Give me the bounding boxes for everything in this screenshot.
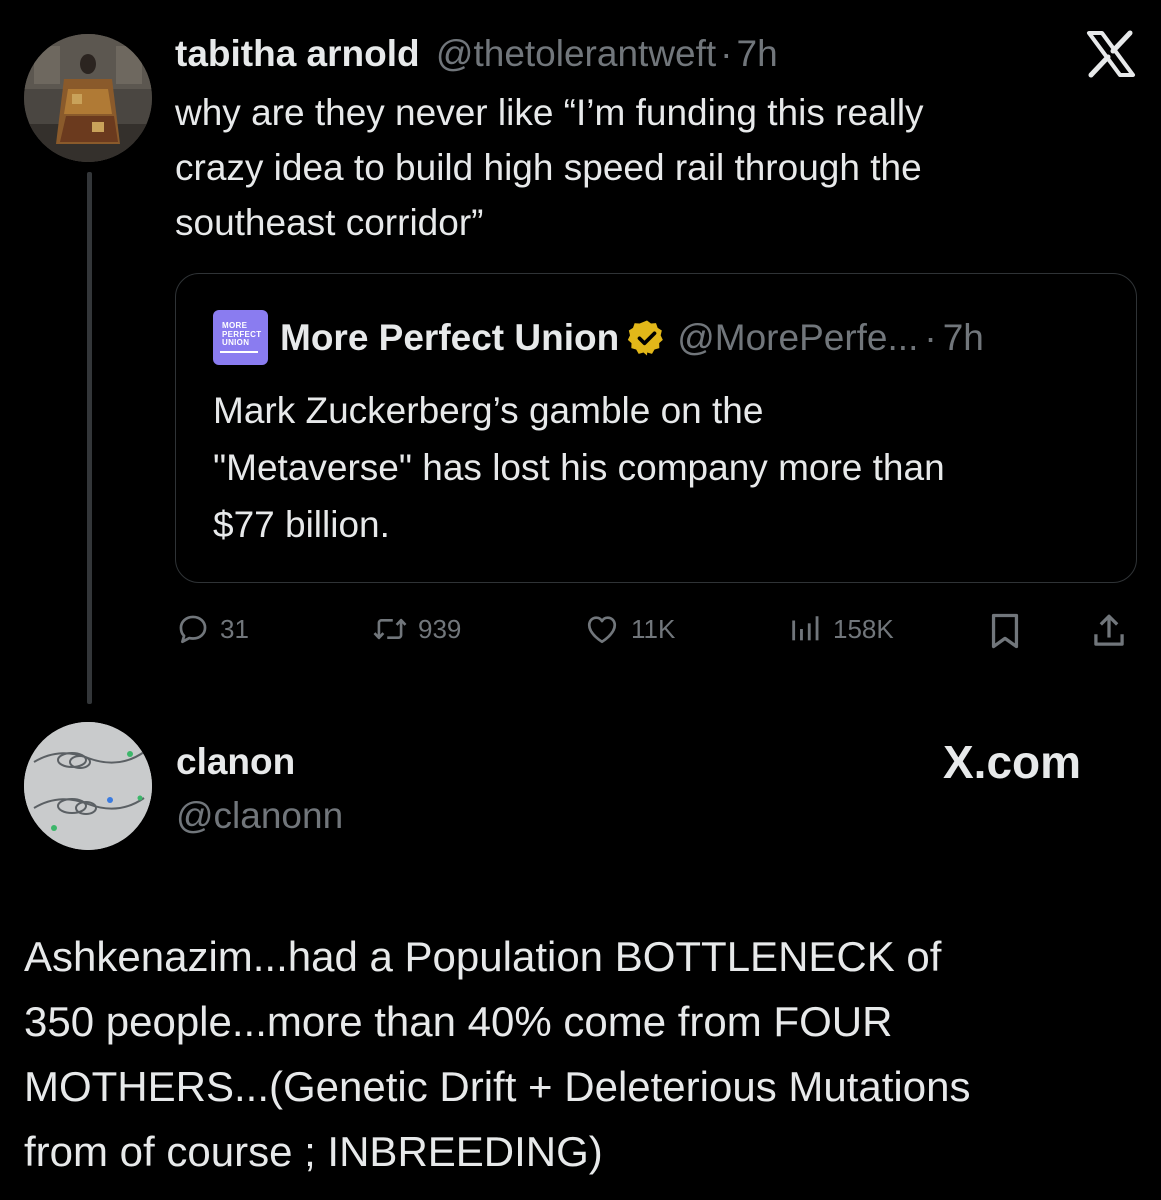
x-com-brand[interactable]: X.com: [943, 737, 1081, 787]
mpu-logo-line: UNION: [222, 338, 250, 347]
tweet2-body: Ashkenazim...had a Population BOTTLENECK…: [24, 924, 1144, 1184]
tweet1-body: why are they never like “I’m funding thi…: [175, 85, 1135, 250]
display-name[interactable]: clanon: [176, 738, 295, 786]
quote-header: More Perfect Union @MorePerfe... · 7h: [280, 314, 984, 362]
timestamp[interactable]: 7h: [737, 33, 778, 74]
tweet-text-line: crazy idea to build high speed rail thro…: [175, 147, 922, 188]
tweet1-header: tabitha arnold @thetolerantweft · 7h: [175, 30, 778, 78]
user-handle[interactable]: @clanonn: [176, 792, 343, 840]
reply-count: 31: [220, 613, 249, 644]
x-glyph: [1087, 30, 1135, 78]
user-handle[interactable]: @thetolerantweft: [436, 33, 716, 74]
repost-button[interactable]: 939: [372, 612, 461, 646]
views-button[interactable]: 158K: [787, 612, 894, 646]
x-logo-icon[interactable]: [1086, 30, 1136, 78]
reply-button[interactable]: 31: [176, 612, 249, 646]
avatar-image: [24, 722, 152, 850]
mpu-avatar[interactable]: MORE PERFECT UNION: [213, 310, 268, 365]
thread-connector: [87, 172, 92, 704]
view-count: 158K: [833, 613, 894, 644]
tweet-text-line: 350 people...more than 40% come from FOU…: [24, 998, 893, 1045]
avatar-tabitha[interactable]: [24, 34, 152, 162]
quote-handle[interactable]: @MorePerfe...: [677, 314, 918, 362]
bookmark-icon: [991, 613, 1019, 649]
brand-text: X.com: [943, 736, 1082, 788]
repost-count: 939: [418, 613, 462, 644]
quote-display-name[interactable]: More Perfect Union: [280, 314, 619, 362]
repost-icon: [373, 618, 407, 640]
reply-icon: [179, 615, 207, 644]
quote-text-line: $77 billion.: [213, 504, 390, 545]
share-button[interactable]: [1091, 611, 1127, 656]
separator-dot: ·: [720, 33, 733, 74]
quote-text-line: "Metaverse" has lost his company more th…: [213, 447, 945, 488]
display-name[interactable]: tabitha arnold: [175, 33, 420, 74]
avatar-image: [24, 34, 152, 162]
tweet-text-line: Ashkenazim...had a Population BOTTLENECK…: [24, 933, 942, 980]
tweet-text-line: why are they never like “I’m funding thi…: [175, 92, 924, 133]
like-count: 11K: [631, 613, 676, 644]
views-icon: [792, 616, 819, 641]
quote-body: Mark Zuckerberg’s gamble on the "Metaver…: [213, 382, 1113, 553]
heart-icon: [587, 616, 617, 644]
quoted-tweet-card[interactable]: MORE PERFECT UNION More Perfect Union @M…: [175, 273, 1137, 583]
quote-timestamp[interactable]: 7h: [943, 314, 984, 362]
bookmark-button[interactable]: [987, 611, 1023, 656]
share-icon: [1094, 614, 1124, 646]
tweet-text-line: MOTHERS...(Genetic Drift + Deleterious M…: [24, 1063, 971, 1110]
quote-text-line: Mark Zuckerberg’s gamble on the: [213, 390, 764, 431]
like-button[interactable]: 11K: [583, 612, 675, 646]
avatar-clanon[interactable]: [24, 722, 152, 850]
separator-dot: ·: [924, 317, 937, 358]
tweet-text-line: southeast corridor”: [175, 202, 484, 243]
tweet-text-line: from of course ; INBREEDING): [24, 1128, 603, 1175]
verified-badge-icon: [627, 318, 667, 358]
